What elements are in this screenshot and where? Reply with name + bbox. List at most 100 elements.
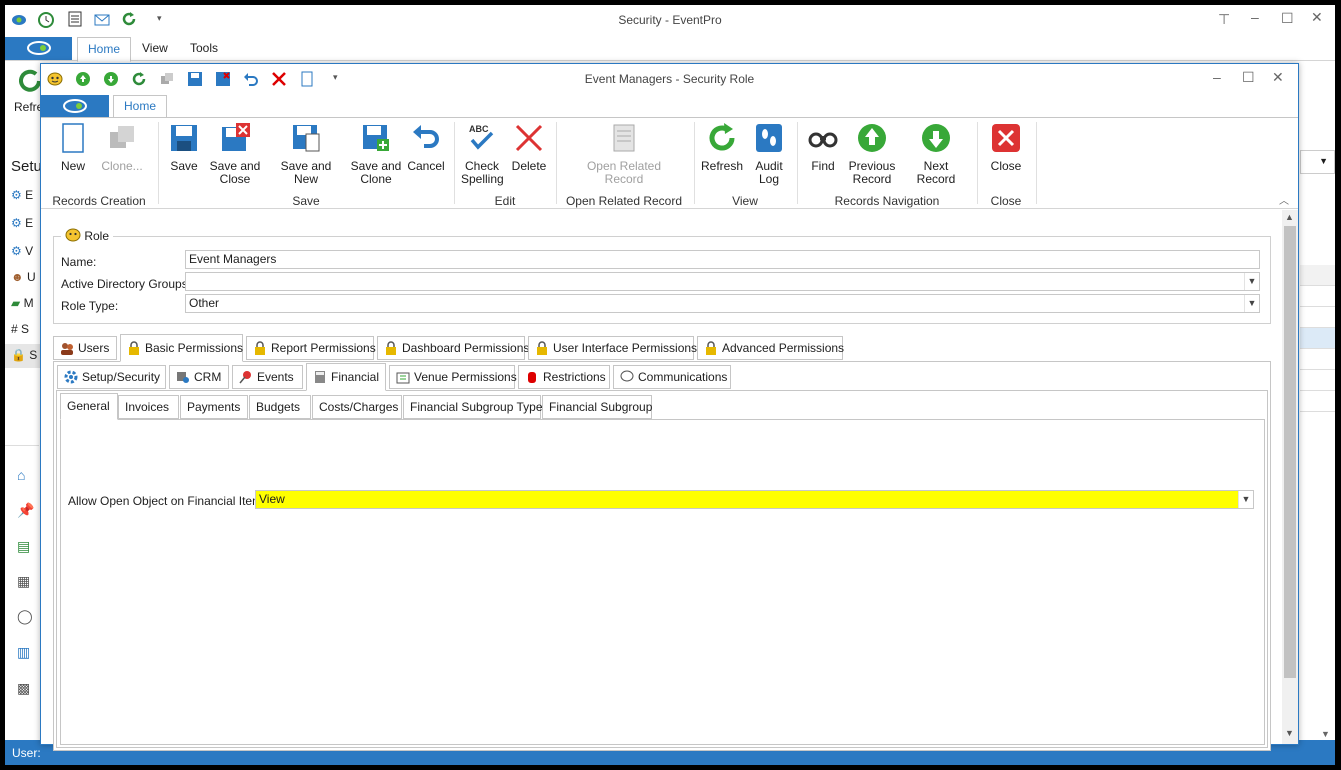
dialog-file-menu-button[interactable] (41, 95, 109, 117)
chat-icon[interactable]: ◯ (17, 608, 33, 625)
audit-log-button[interactable]: Audit Log (751, 122, 787, 186)
refresh-label: Refre (14, 100, 44, 114)
save-and-clone-button[interactable]: Save and Clone (349, 122, 403, 186)
open-related-record-button[interactable]: Open Related Record (581, 122, 667, 186)
group-records-navigation: Records Navigation (834, 194, 940, 208)
tab-financial-subgroup-type[interactable]: Financial Subgroup Type (403, 395, 543, 419)
chevron-down-icon[interactable]: ▼ (1244, 273, 1259, 290)
new-button[interactable]: New (53, 122, 93, 173)
tab-crm[interactable]: CRM (169, 365, 229, 389)
up-arrow-icon (856, 122, 888, 154)
tab-budgets[interactable]: Budgets (249, 395, 311, 419)
spellcheck-icon: ABC (466, 122, 498, 154)
stop-hand-icon (525, 369, 539, 383)
sidebar-item[interactable]: ☻ U (11, 270, 36, 284)
tab-user-interface-permissions[interactable]: User Interface Permissions (528, 336, 697, 360)
tab-invoices[interactable]: Invoices (118, 395, 179, 419)
save-icon (168, 122, 200, 154)
tab-events[interactable]: Events (232, 365, 303, 389)
tab-communications[interactable]: Communications (613, 365, 731, 389)
sidebar-item[interactable]: ⚙ V (11, 244, 33, 258)
next-record-button[interactable]: Next Record (903, 122, 969, 186)
lock-icon (704, 340, 718, 355)
tab-tools[interactable]: Tools (190, 41, 218, 55)
sidebar-item[interactable]: ⚙ E (11, 188, 33, 202)
divider (5, 445, 39, 446)
check-spelling-button[interactable]: ABC Check Spelling (461, 122, 504, 186)
tab-financial[interactable]: Financial (306, 363, 386, 391)
name-label: Name: (61, 255, 97, 269)
file-menu-button[interactable] (5, 37, 72, 60)
dialog-tab-home[interactable]: Home (113, 95, 167, 118)
sidebar-item-selected[interactable]: 🔒 S (5, 344, 45, 368)
maximize-icon[interactable]: ☐ (1242, 69, 1255, 86)
tab-report-permissions[interactable]: Report Permissions (246, 336, 376, 360)
collapse-ribbon-icon[interactable]: ︿ (1279, 192, 1289, 207)
save-and-new-button[interactable]: Save and New (269, 122, 343, 186)
tab-restrictions[interactable]: Restrictions (518, 365, 610, 389)
close-icon[interactable]: ✕ (1311, 9, 1323, 26)
sidebar-item[interactable]: # S (11, 322, 29, 336)
sidebar-item[interactable]: ⚙ E (11, 216, 33, 230)
main-title: Security - EventPro (618, 13, 722, 27)
active-directory-groups-field[interactable]: ▼ (185, 272, 1260, 291)
tab-advanced-permissions[interactable]: Advanced Permissions (697, 336, 844, 360)
dialog-title-bar: ▾ Event Managers - Security Role – ☐ ✕ (41, 64, 1298, 94)
refresh-button[interactable]: Refresh (699, 122, 745, 173)
card-icon[interactable]: ▤ (17, 538, 30, 555)
allow-open-object-select[interactable]: View ▼ (255, 490, 1254, 509)
tab-financial-subgroup[interactable]: Financial Subgroup (542, 395, 652, 419)
pin-icon[interactable]: 📌 (17, 502, 34, 519)
name-field[interactable]: Event Managers (185, 250, 1260, 269)
sidebar-item[interactable]: ▰ M (11, 296, 34, 310)
close-button[interactable]: Close (985, 122, 1027, 173)
save-and-close-button[interactable]: Save and Close (207, 122, 263, 186)
scroll-down-icon[interactable]: ▼ (1321, 729, 1330, 739)
scroll-down-icon[interactable]: ▼ (1285, 728, 1294, 738)
maximize-icon[interactable]: ☐ (1281, 10, 1294, 27)
tab-costs-charges[interactable]: Costs/Charges (312, 395, 402, 419)
scrollbar-thumb[interactable] (1284, 226, 1296, 678)
delete-icon (513, 122, 545, 154)
minimize-icon[interactable]: – (1213, 69, 1221, 85)
cancel-button[interactable]: Cancel (407, 122, 445, 173)
down-arrow-icon (920, 122, 952, 154)
close-icon[interactable]: ✕ (1272, 69, 1284, 86)
clipboard-icon[interactable]: ▥ (17, 644, 30, 661)
group-open-related-record: Open Related Record (565, 194, 683, 208)
chevron-down-icon[interactable]: ▼ (1244, 295, 1259, 312)
tab-users[interactable]: Users (53, 336, 117, 360)
scroll-up-icon[interactable]: ▲ (1285, 212, 1294, 222)
home-icon[interactable]: ⌂ (17, 467, 25, 483)
building-icon[interactable]: ▦ (17, 573, 30, 590)
chevron-down-icon[interactable]: ▼ (1238, 491, 1253, 508)
calculator-icon[interactable]: ▩ (17, 680, 30, 697)
find-button[interactable]: Find (805, 122, 841, 173)
tab-basic-permissions[interactable]: Basic Permissions (120, 334, 243, 362)
tab-dashboard-permissions[interactable]: Dashboard Permissions (377, 336, 529, 360)
restore-ribbon-icon[interactable]: ⊤ (1218, 11, 1230, 28)
footprints-icon (753, 122, 785, 154)
close-icon (990, 122, 1022, 154)
save-new-icon (290, 122, 322, 154)
right-combo[interactable]: ▼ (1300, 150, 1335, 174)
delete-button[interactable]: Delete (509, 122, 549, 173)
save-close-icon (219, 122, 251, 154)
role-type-select[interactable]: Other ▼ (185, 294, 1260, 313)
tab-general[interactable]: General (60, 393, 118, 420)
tab-payments[interactable]: Payments (180, 395, 248, 419)
tab-home[interactable]: Home (77, 37, 131, 62)
tab-setup-security[interactable]: Setup/Security (57, 365, 166, 389)
venue-icon (396, 369, 410, 384)
open-related-icon (608, 122, 640, 154)
tab-venue-permissions[interactable]: Venue Permissions (389, 365, 517, 389)
save-button[interactable]: Save (167, 122, 201, 173)
active-directory-groups-label: Active Directory Groups: (61, 277, 192, 291)
tab-view[interactable]: View (142, 41, 168, 55)
clone-icon (106, 122, 138, 154)
clone-button[interactable]: Clone... (97, 122, 147, 173)
binoculars-icon (807, 122, 839, 154)
previous-record-button[interactable]: Previous Record (847, 122, 897, 186)
minimize-icon[interactable]: – (1251, 9, 1259, 25)
group-separator (977, 122, 978, 204)
